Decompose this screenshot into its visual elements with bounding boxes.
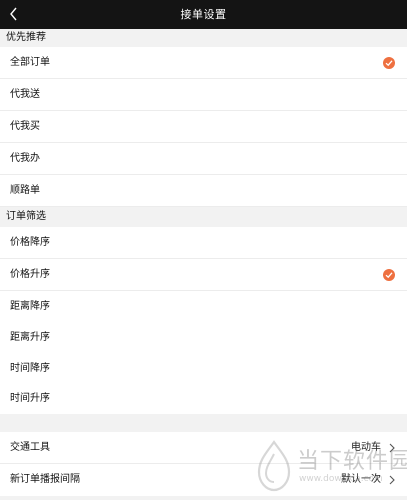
chevron-right-icon: [389, 475, 395, 485]
option-label: 距离升序: [10, 332, 50, 343]
option-label: 代我送: [10, 89, 40, 100]
chevron-right-icon: [389, 443, 395, 453]
option-time-desc[interactable]: 时间降序: [0, 353, 407, 385]
option-distance-asc[interactable]: 距离升序: [0, 322, 407, 354]
setting-value: 电动车: [351, 442, 381, 453]
check-icon: [383, 57, 395, 69]
option-price-asc[interactable]: 价格升序: [0, 259, 407, 291]
option-price-desc[interactable]: 价格降序: [0, 227, 407, 259]
option-all-orders[interactable]: 全部订单: [0, 47, 407, 79]
section-divider: [0, 414, 407, 432]
option-on-the-way[interactable]: 顺路单: [0, 175, 407, 207]
section-header-filter: 订单筛选: [0, 207, 407, 227]
option-label: 全部订单: [10, 57, 50, 68]
option-label: 代我办: [10, 153, 40, 164]
option-label: 价格升序: [10, 269, 50, 280]
section-header-priority: 优先推荐: [0, 29, 407, 47]
setting-label: 新订单播报间隔: [10, 474, 80, 485]
bottom-divider: [0, 496, 407, 500]
option-label: 距离降序: [10, 301, 50, 312]
setting-transport[interactable]: 交通工具 电动车: [0, 432, 407, 464]
option-deliver-for-me[interactable]: 代我送: [0, 79, 407, 111]
setting-value: 默认一次: [341, 474, 381, 485]
check-icon: [383, 269, 395, 281]
option-label: 价格降序: [10, 237, 50, 248]
option-label: 代我买: [10, 121, 40, 132]
option-label: 时间升序: [10, 393, 50, 404]
setting-label: 交通工具: [10, 442, 50, 453]
option-buy-for-me[interactable]: 代我买: [0, 111, 407, 143]
option-time-asc[interactable]: 时间升序: [0, 384, 407, 414]
option-label: 顺路单: [10, 185, 40, 196]
option-distance-desc[interactable]: 距离降序: [0, 291, 407, 323]
setting-broadcast-interval[interactable]: 新订单播报间隔 默认一次: [0, 464, 407, 496]
option-do-for-me[interactable]: 代我办: [0, 143, 407, 175]
nav-bar: 接单设置: [0, 0, 407, 29]
option-label: 时间降序: [10, 363, 50, 374]
page-title: 接单设置: [180, 8, 227, 21]
